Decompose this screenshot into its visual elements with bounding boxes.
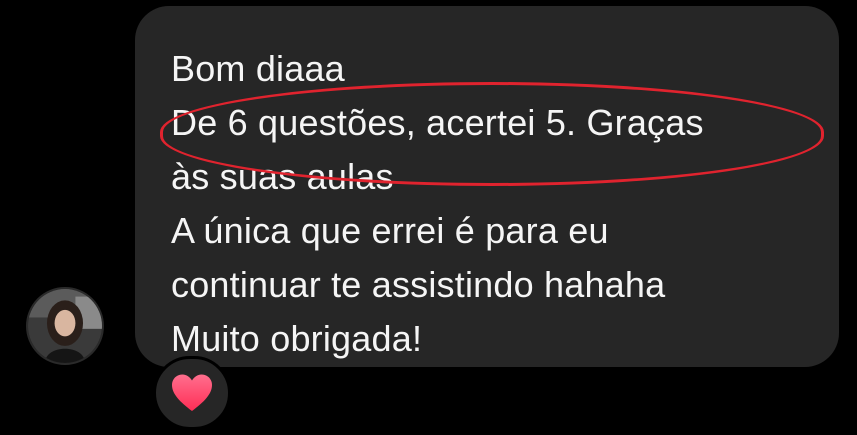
message-line: continuar te assistindo hahaha: [171, 264, 666, 305]
message-line: A única que errei é para eu: [171, 210, 609, 251]
message-line: Bom diaaa: [171, 48, 345, 89]
chat-thread: Bom diaaa De 6 questões, acertei 5. Graç…: [0, 0, 857, 435]
sender-avatar[interactable]: [26, 287, 104, 365]
avatar-photo-icon: [28, 289, 102, 363]
heart-icon: [172, 374, 212, 411]
message-line: De 6 questões, acertei 5. Graças: [171, 102, 704, 143]
message-line: Muito obrigada!: [171, 318, 423, 359]
message-bubble[interactable]: Bom diaaa De 6 questões, acertei 5. Graç…: [135, 6, 839, 367]
reaction-badge[interactable]: [153, 356, 231, 430]
message-line: às suas aulas: [171, 156, 394, 197]
